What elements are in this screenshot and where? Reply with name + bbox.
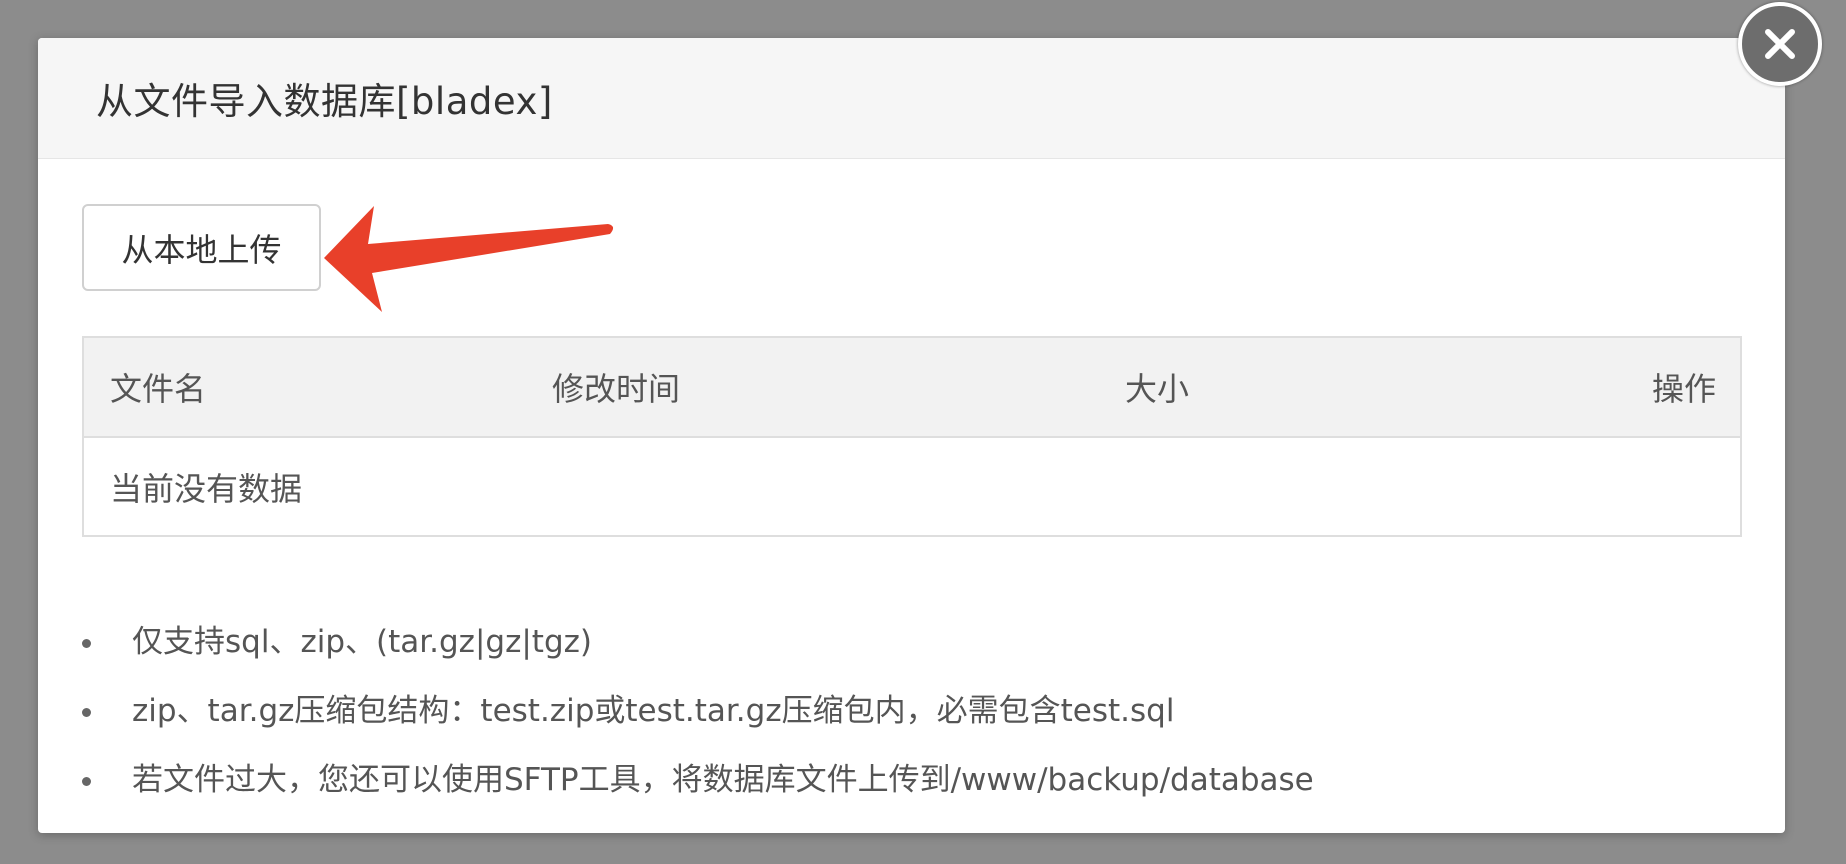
close-button[interactable] — [1738, 2, 1822, 86]
upload-from-local-button[interactable]: 从本地上传 — [82, 204, 321, 291]
empty-state-text: 当前没有数据 — [110, 469, 303, 508]
column-header-size: 大小 — [1125, 370, 1190, 408]
column-header-actions: 操作 — [1651, 370, 1716, 408]
table-header-row: 文件名 修改时间 大小 操作 — [84, 338, 1740, 438]
note-text: zip、tar.gz压缩包结构：test.zip或test.tar.gz压缩包内… — [132, 693, 1175, 729]
bullet-icon — [82, 708, 91, 717]
notes-list: 仅支持sql、zip、(tar.gz|gz|tgz) zip、tar.gz压缩包… — [82, 616, 1314, 823]
table-empty-row: 当前没有数据 — [84, 438, 1740, 535]
file-table: 文件名 修改时间 大小 操作 当前没有数据 — [82, 336, 1742, 537]
note-item: 若文件过大，您还可以使用SFTP工具，将数据库文件上传到/www/backup/… — [82, 754, 1314, 823]
dialog-header: 从文件导入数据库[bladex] — [38, 38, 1785, 159]
annotation-arrow-icon — [324, 206, 614, 312]
dialog-title: 从文件导入数据库[bladex] — [96, 80, 553, 123]
column-header-filename: 文件名 — [110, 370, 207, 408]
column-header-modified-time: 修改时间 — [552, 370, 681, 408]
bullet-icon — [82, 639, 91, 648]
bullet-icon — [82, 777, 91, 786]
note-text: 若文件过大，您还可以使用SFTP工具，将数据库文件上传到/www/backup/… — [132, 762, 1314, 798]
note-text: 仅支持sql、zip、(tar.gz|gz|tgz) — [132, 624, 592, 660]
import-database-dialog: 从文件导入数据库[bladex] 从本地上传 文件名 修改时间 大小 操作 当前… — [38, 38, 1785, 833]
note-item: zip、tar.gz压缩包结构：test.zip或test.tar.gz压缩包内… — [82, 685, 1314, 754]
close-icon — [1765, 29, 1795, 59]
note-item: 仅支持sql、zip、(tar.gz|gz|tgz) — [82, 616, 1314, 685]
